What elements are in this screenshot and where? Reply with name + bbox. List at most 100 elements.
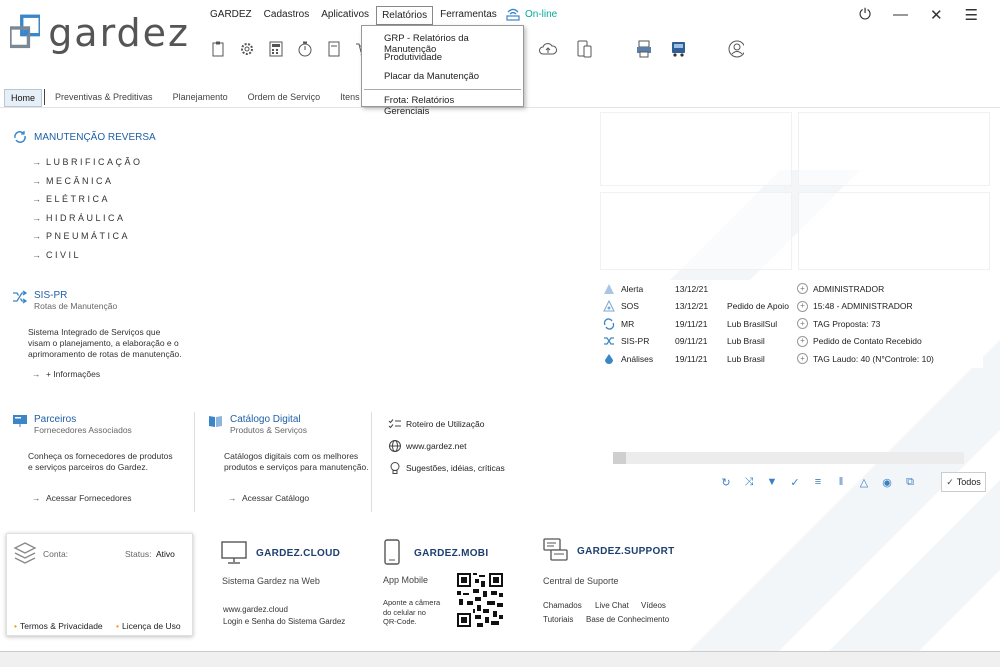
mobi-header[interactable]: GARDEZ.MOBI (383, 539, 488, 567)
todos-button[interactable]: ✓ Todos (941, 472, 986, 492)
bus-icon[interactable] (670, 40, 686, 58)
cloud-url[interactable]: www.gardez.cloud (223, 604, 345, 616)
event-row[interactable]: SOS 13/12/21 Pedido de Apoio + 15:48 - A… (603, 298, 983, 316)
tab-home[interactable]: Home (4, 89, 43, 107)
sispr-more-link[interactable]: → + Informações (32, 369, 100, 379)
stopwatch-icon[interactable] (297, 40, 313, 58)
arrow-right-icon: → (228, 493, 237, 503)
catalogo-header[interactable]: Catálogo Digital Produtos & Serviços (208, 414, 307, 435)
arrow-right-icon: → (32, 231, 41, 242)
calculator-icon[interactable] (268, 40, 284, 58)
plus-icon[interactable]: + (797, 335, 808, 347)
desc-line: Sistema Integrado de Serviços que (28, 327, 161, 337)
shuffle-filter-icon[interactable]: ⤨ (741, 474, 757, 490)
base-conhecimento-link[interactable]: Base de Conhecimento (586, 614, 669, 626)
cloud-header[interactable]: GARDEZ.CLOUD (221, 541, 340, 565)
event-type: SIS-PR (621, 336, 650, 347)
level-filter-icon[interactable]: ≡ (810, 474, 826, 490)
dropdown-item-produtividade[interactable]: Produtividade (362, 49, 523, 68)
roteiro-link[interactable]: Roteiro de Utilização (388, 413, 505, 435)
close-icon[interactable]: ✕ (930, 6, 943, 24)
event-row[interactable]: Análises 19/11/21 Lub Brasil + TAG Laudo… (603, 350, 983, 368)
bullet-icon: • (116, 621, 119, 631)
plus-icon[interactable]: + (797, 283, 808, 295)
event-detail: Pedido de Contato Recebido (813, 336, 922, 347)
tab-planejamento[interactable]: Planejamento (167, 89, 234, 107)
chamados-link[interactable]: Chamados (543, 600, 595, 612)
website-link[interactable]: www.gardez.net (388, 435, 505, 457)
support-subtitle: Central de Suporte (543, 576, 619, 586)
dropdown-item-placar[interactable]: Placar da Manutenção (362, 68, 523, 87)
minimize-icon[interactable]: — (893, 6, 908, 24)
check-filter-icon[interactable]: ✓ (787, 474, 803, 490)
item-label: MECÂNICA (46, 175, 114, 186)
menu-aplicativos[interactable]: Aplicativos (316, 6, 374, 25)
dropdown-item-grp[interactable]: GRP - Relatórios da Manutenção (362, 30, 523, 55)
user-icon[interactable] (728, 40, 744, 58)
gear-icon[interactable] (239, 40, 255, 58)
plus-icon[interactable]: + (797, 353, 808, 365)
license-link[interactable]: • Licença de Uso (116, 621, 181, 631)
terms-link[interactable]: • Termos & Privacidade (14, 621, 103, 631)
list-item-pneumatica[interactable]: → PNEUMÁTICA (32, 227, 143, 246)
document-icon[interactable] (326, 40, 342, 58)
refresh-filter-icon[interactable]: ↻ (718, 474, 734, 490)
status-bar (0, 651, 1000, 667)
event-row[interactable]: SIS-PR 09/11/21 Lub Brasil + Pedido de C… (603, 333, 983, 351)
plus-icon[interactable]: + (797, 318, 808, 330)
tab-preventivas[interactable]: Preventivas & Preditivas (49, 89, 159, 107)
live-chat-link[interactable]: Live Chat (595, 600, 641, 612)
videos-link[interactable]: Vídeos (641, 600, 666, 612)
horizontal-scrollbar[interactable] (613, 452, 964, 464)
hamburger-menu-icon[interactable]: ☰ (965, 6, 978, 24)
todos-label: Todos (956, 477, 981, 487)
tab-ordem-servico[interactable]: Ordem de Serviço (242, 89, 327, 107)
arrow-right-icon: → (32, 157, 41, 168)
mobile-devices-icon[interactable] (576, 40, 592, 58)
clipboard-icon[interactable] (210, 40, 226, 58)
manutencao-reversa-header[interactable]: MANUTENÇÃO REVERSA (12, 130, 156, 144)
printer-truck-icon[interactable] (636, 40, 652, 58)
manutencao-list: → LUBRIFICAÇÃO → MECÂNICA → ELÉTRICA → HIDRÁ… (32, 153, 143, 264)
droplet-filter-icon[interactable]: ▼ (764, 474, 780, 490)
bars-filter-icon[interactable]: ‖ (833, 474, 849, 490)
list-item-mecanica[interactable]: → MECÂNICA (32, 172, 143, 191)
globe-icon (389, 440, 401, 452)
list-item-eletrica[interactable]: → ELÉTRICA (32, 190, 143, 209)
cloud-upload-icon[interactable] (538, 40, 558, 58)
mobi-instructions: Aponte a câmera do celular no QR-Code. (383, 598, 440, 627)
support-title: GARDEZ.SUPPORT (577, 545, 675, 557)
tutoriais-link[interactable]: Tutoriais (543, 614, 586, 626)
scrollbar-thumb[interactable] (613, 452, 626, 464)
list-item-hidraulica[interactable]: → HIDRÁULICA (32, 209, 143, 228)
support-header[interactable]: GARDEZ.SUPPORT (543, 538, 675, 564)
acessar-catalogo-link[interactable]: → Acessar Catálogo (228, 493, 309, 503)
event-row[interactable]: MR 19/11/21 Lub BrasilSul + TAG Proposta… (603, 315, 983, 333)
dropdown-item-frota[interactable]: Frota: Relatórios Gerenciais (362, 92, 523, 117)
menu-ferramentas[interactable]: Ferramentas (435, 6, 502, 25)
menu-relatorios[interactable]: Relatórios (376, 6, 434, 25)
acessar-fornecedores-link[interactable]: → Acessar Fornecedores (32, 493, 132, 503)
arrow-right-icon: → (32, 493, 41, 503)
sugestoes-link[interactable]: Sugestões, idéias, críticas (388, 457, 505, 479)
list-item-lubrificacao[interactable]: → LUBRIFICAÇÃO (32, 153, 143, 172)
menu-cadastros[interactable]: Cadastros (259, 6, 315, 25)
arrow-right-icon: → (32, 369, 41, 379)
item-label: CIVIL (46, 249, 82, 260)
parceiros-header[interactable]: Parceiros Fornecedores Associados (12, 414, 132, 435)
plus-icon[interactable]: + (797, 300, 808, 312)
expand-filter-icon[interactable]: ⧉ (902, 474, 918, 490)
mobi-subtitle: App Mobile (383, 575, 429, 585)
event-row[interactable]: Alerta 13/12/21 + ADMINISTRADOR (603, 280, 983, 298)
toolbar-right (538, 40, 744, 58)
event-desc: Lub Brasil (727, 353, 765, 364)
power-icon[interactable]: ⏻ (859, 6, 871, 24)
sispr-header[interactable]: SIS-PR Rotas de Manutenção (12, 290, 117, 311)
sispr-description: Sistema Integrado de Serviços que visam … (28, 327, 182, 360)
item-label: LUBRIFICAÇÃO (46, 157, 143, 168)
list-item-civil[interactable]: → CIVIL (32, 246, 143, 265)
signal-filter-icon[interactable]: ◉ (879, 474, 895, 490)
menu-gardez[interactable]: GARDEZ (205, 6, 257, 25)
alert-filter-icon[interactable]: △ (856, 474, 872, 490)
link-label: www.gardez.net (406, 441, 467, 451)
